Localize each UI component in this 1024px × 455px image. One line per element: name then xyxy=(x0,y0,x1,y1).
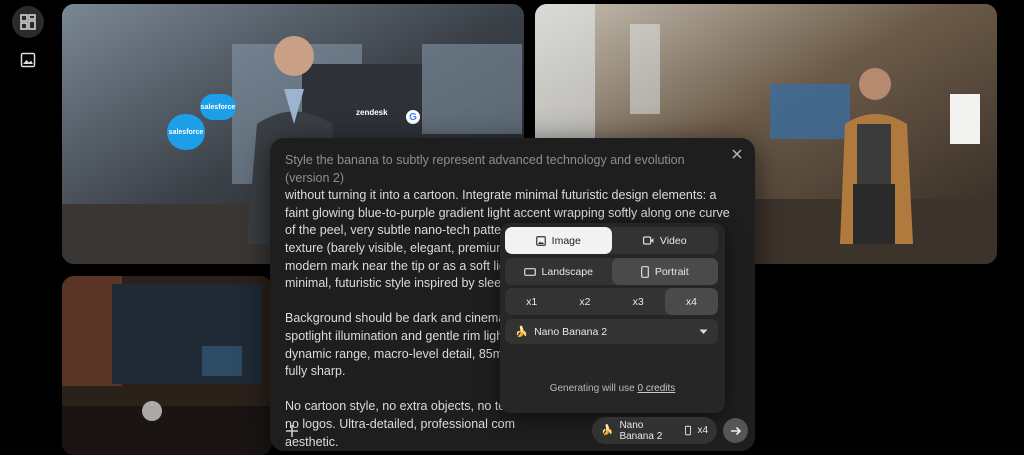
video-camera-icon xyxy=(642,236,654,245)
count-x3-option[interactable]: x3 xyxy=(612,288,665,315)
gallery-image-dark-office[interactable] xyxy=(62,276,272,455)
chip-model-name: Nano Banana 2 xyxy=(619,419,663,442)
media-type-image-label: Image xyxy=(551,234,581,247)
prompt-paragraph-3: No cartoon style, no extra objects, no t… xyxy=(285,399,515,449)
google-logo: G xyxy=(406,110,420,124)
media-type-image-option[interactable]: Image xyxy=(505,227,612,254)
arrow-right-icon xyxy=(730,426,741,435)
orientation-portrait-label: Portrait xyxy=(654,265,689,278)
credits-link[interactable]: 0 credits xyxy=(638,383,676,394)
send-button[interactable] xyxy=(723,418,748,443)
media-type-toggle: Image Video xyxy=(505,227,718,254)
banana-emoji-icon: 🍌 xyxy=(515,326,529,338)
left-rail xyxy=(0,0,56,455)
portrait-icon xyxy=(685,425,692,436)
prompt-paragraph-2: Background should be dark and cinematic … xyxy=(285,311,518,379)
orientation-toggle: Landscape Portrait xyxy=(505,258,718,285)
media-type-video-option[interactable]: Video xyxy=(612,227,719,254)
salesforce-logo: salesforce xyxy=(167,114,205,150)
model-settings-chip[interactable]: 🍌 Nano Banana 2 x4 xyxy=(592,417,717,444)
chip-count: x4 xyxy=(697,425,708,436)
credits-prefix: Generating will use xyxy=(549,383,638,394)
plus-icon xyxy=(286,425,298,437)
grid-view-button[interactable] xyxy=(12,6,44,38)
media-type-video-label: Video xyxy=(659,234,687,247)
model-selector[interactable]: 🍌 Nano Banana 2 xyxy=(505,319,718,344)
chevron-down-icon xyxy=(699,326,708,338)
zendesk-logo: zendesk xyxy=(356,108,388,117)
output-count-toggle: x1 x2 x3 x4 xyxy=(505,288,718,315)
orientation-landscape-label: Landscape xyxy=(541,265,593,278)
model-name: Nano Banana 2 xyxy=(534,325,608,338)
dark-office-picture xyxy=(62,276,272,455)
prompt-paragraph-1-faded: Style the banana to subtly represent adv… xyxy=(285,153,689,185)
portrait-icon xyxy=(640,265,649,278)
salesforce-logo-small: salesforce xyxy=(200,94,236,120)
credits-notice: Generating will use 0 credits xyxy=(500,383,725,394)
add-attachment-button[interactable] xyxy=(284,423,300,439)
count-x1-option[interactable]: x1 xyxy=(505,288,558,315)
landscape-icon xyxy=(523,267,536,276)
image-icon xyxy=(535,235,546,246)
banana-emoji-icon: 🍌 xyxy=(601,425,614,436)
grid-layout-icon xyxy=(20,14,36,30)
images-button[interactable] xyxy=(12,44,44,76)
count-x2-option[interactable]: x2 xyxy=(558,288,611,315)
orientation-landscape-option[interactable]: Landscape xyxy=(505,258,612,285)
close-button[interactable] xyxy=(729,146,745,162)
generation-settings-menu: Image Video Landscape Portrait x1 x2 x3 … xyxy=(500,223,725,413)
close-icon xyxy=(732,149,742,159)
orientation-portrait-option[interactable]: Portrait xyxy=(611,258,718,285)
image-icon xyxy=(20,52,36,68)
count-x4-option[interactable]: x4 xyxy=(664,288,718,315)
